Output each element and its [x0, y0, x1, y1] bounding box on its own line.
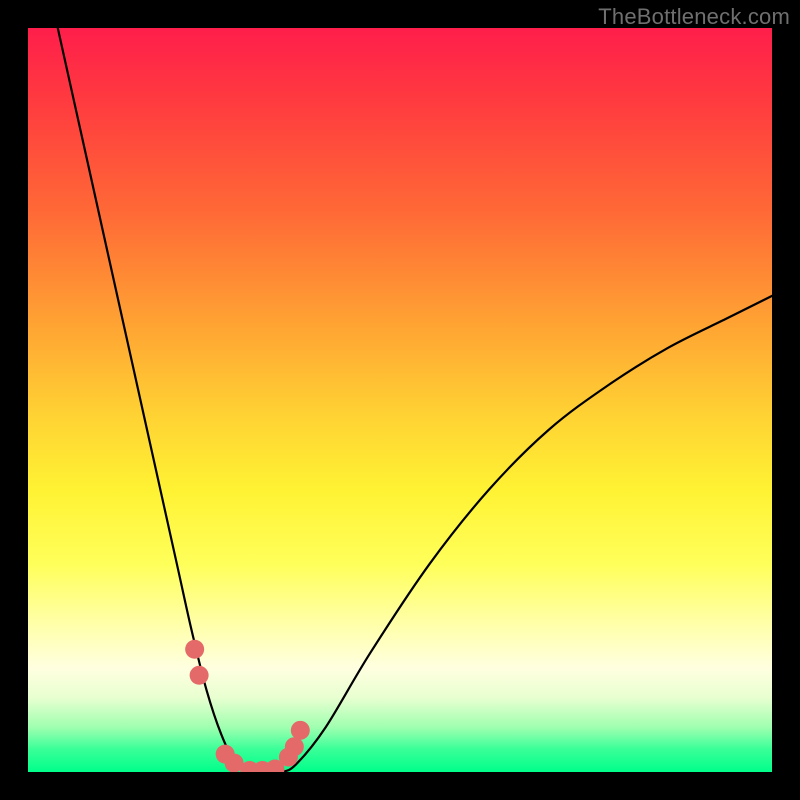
trough-markers-group: [185, 640, 310, 772]
watermark-text: TheBottleneck.com: [598, 4, 790, 30]
chart-frame: TheBottleneck.com: [0, 0, 800, 800]
trough-marker: [185, 640, 204, 659]
trough-marker: [285, 737, 304, 756]
chart-svg: [28, 28, 772, 772]
trough-marker: [190, 666, 209, 685]
trough-marker: [291, 721, 310, 740]
plot-area: [28, 28, 772, 772]
bottleneck-curve: [58, 28, 772, 772]
